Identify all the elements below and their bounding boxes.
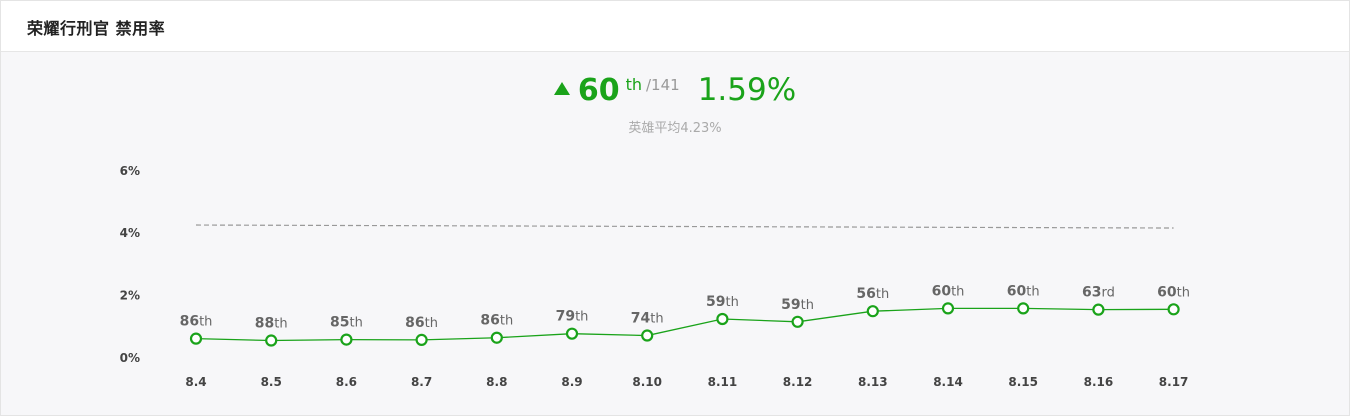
data-point-rank-label: 86th [480, 313, 513, 329]
x-tick-label: 8.7 [411, 375, 432, 389]
rank-label-suffix: th [274, 317, 287, 332]
data-point [565, 327, 579, 340]
x-tick-label: 8.17 [1159, 375, 1189, 389]
rank-label-suffix: th [876, 287, 889, 302]
data-point-rank-label: 56th [856, 286, 889, 302]
rank-label-number: 88 [255, 316, 274, 332]
y-tick-label: 0% [120, 351, 140, 365]
rank-label-number: 59 [706, 294, 725, 310]
x-tick-label: 8.11 [708, 375, 738, 389]
rank-label-number: 59 [781, 297, 800, 313]
rank-label-suffix: th [650, 312, 663, 327]
rank-label-number: 86 [480, 313, 499, 329]
x-tick-label: 8.6 [336, 375, 357, 389]
rank-label-suffix: th [951, 284, 964, 299]
data-point-rank-label: 60th [1007, 283, 1040, 299]
data-point [941, 302, 955, 315]
rank-label-number: 79 [556, 309, 575, 325]
data-point-rank-label: 88th [255, 316, 288, 332]
rank-label-number: 74 [631, 311, 651, 327]
data-point [866, 305, 879, 318]
rank-label-number: 86 [405, 315, 424, 331]
data-point-rank-label: 74th [631, 311, 664, 327]
data-point-rank-label: 79th [556, 309, 589, 325]
data-point [415, 333, 428, 347]
rank-label-number: 85 [330, 315, 349, 331]
rank-label-number: 86 [180, 314, 199, 330]
rank-label-suffix: th [1026, 284, 1039, 299]
x-tick-label: 8.9 [561, 375, 582, 389]
data-point [340, 333, 353, 346]
rank-label-suffix: th [801, 298, 814, 313]
y-tick-label: 6% [120, 164, 140, 178]
data-point-rank-label: 59th [781, 297, 814, 313]
rank-label-suffix: th [575, 310, 588, 325]
data-point-rank-label: 59th [706, 294, 739, 310]
data-point [189, 332, 203, 345]
rank-label-number: 60 [1007, 283, 1027, 299]
rank-label-suffix: th [1177, 285, 1190, 300]
x-tick-label: 8.16 [1084, 375, 1114, 389]
y-tick-label: 2% [120, 289, 140, 303]
x-tick-label: 8.13 [858, 375, 888, 389]
data-point [1167, 303, 1180, 316]
ban-rate-line-chart: 6%4%2%0%86th8.488th8.585th8.686th8.786th… [120, 164, 1190, 389]
data-point-rank-label: 60th [1157, 284, 1190, 300]
data-point [1017, 302, 1030, 315]
average-reference-line [195, 224, 1174, 229]
rank-label-number: 60 [932, 283, 952, 299]
data-point [641, 329, 654, 342]
rank-label-number: 63 [1082, 285, 1101, 301]
rank-label-suffix: th [425, 316, 438, 331]
data-point [265, 334, 278, 347]
rank-label-suffix: th [199, 315, 212, 330]
data-point [716, 312, 729, 326]
data-point [490, 331, 503, 344]
data-point-rank-label: 86th [405, 315, 438, 331]
data-point-rank-label: 60th [932, 283, 965, 299]
x-tick-label: 8.8 [486, 375, 507, 389]
x-tick-label: 8.12 [783, 375, 813, 389]
x-tick-label: 8.14 [933, 375, 963, 389]
data-point-rank-label: 86th [180, 314, 213, 330]
x-tick-label: 8.4 [185, 375, 206, 389]
rank-label-suffix: th [725, 295, 738, 310]
x-tick-label: 8.5 [261, 375, 282, 389]
rank-label-suffix: rd [1101, 286, 1114, 301]
rank-label-suffix: th [349, 316, 362, 331]
data-point-rank-label: 63rd [1082, 285, 1115, 301]
data-point [1092, 303, 1105, 316]
x-tick-label: 8.10 [632, 375, 662, 389]
y-tick-label: 4% [120, 226, 140, 240]
rank-label-number: 60 [1157, 284, 1177, 300]
data-point-rank-label: 85th [330, 315, 363, 331]
rank-label-suffix: th [500, 314, 513, 329]
rank-label-number: 56 [856, 286, 875, 302]
data-point [791, 315, 804, 328]
x-tick-label: 8.15 [1008, 375, 1038, 389]
